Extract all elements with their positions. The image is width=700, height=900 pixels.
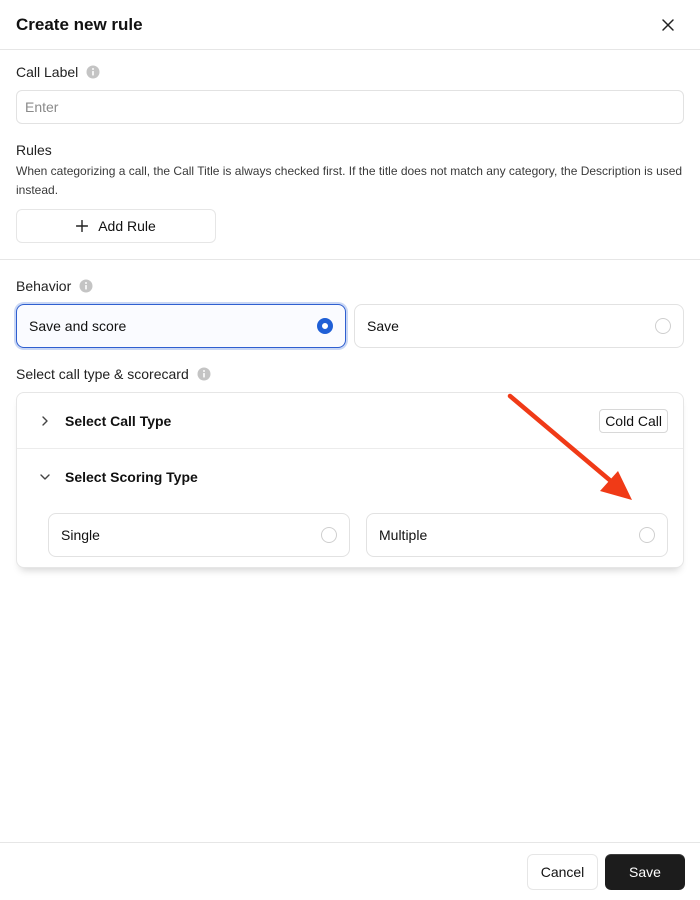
chevron-down-icon <box>40 474 50 480</box>
rules-heading: Rules <box>16 142 52 158</box>
option-label: Single <box>61 527 100 543</box>
radio-empty-icon[interactable] <box>639 527 655 543</box>
behavior-option-save-and-score[interactable]: Save and score <box>16 304 346 348</box>
radio-selected-icon[interactable] <box>317 318 333 334</box>
close-button[interactable] <box>658 15 678 35</box>
add-rule-label: Add Rule <box>98 218 156 234</box>
save-button[interactable]: Save <box>605 854 685 890</box>
option-label: Multiple <box>379 527 428 543</box>
cancel-button[interactable]: Cancel <box>527 854 598 890</box>
call-type-scorecard-heading: Select call type & scorecard <box>16 366 211 382</box>
call-type-scorecard-label: Select call type & scorecard <box>16 366 189 382</box>
option-label: Save and score <box>29 318 127 334</box>
scoring-option-multiple[interactable]: Multiple <box>366 513 668 557</box>
option-label: Save <box>367 318 399 334</box>
call-type-value-badge: Cold Call <box>599 408 668 433</box>
close-icon <box>662 19 674 31</box>
behavior-option-save[interactable]: Save <box>354 304 684 348</box>
info-icon[interactable] <box>197 367 211 381</box>
select-scoring-type-title: Select Scoring Type <box>65 469 198 485</box>
radio-empty-icon[interactable] <box>655 318 671 334</box>
call-label-input[interactable] <box>16 90 684 124</box>
rules-label: Rules <box>16 142 52 158</box>
scoring-option-single[interactable]: Single <box>48 513 350 557</box>
section-divider <box>0 259 700 260</box>
behavior-label: Behavior <box>16 278 72 294</box>
info-icon[interactable] <box>86 65 100 79</box>
select-scoring-type-row[interactable]: Select Scoring Type <box>17 449 683 505</box>
rules-description: When categorizing a call, the Call Title… <box>16 164 683 197</box>
plus-icon <box>76 220 89 232</box>
radio-empty-icon[interactable] <box>321 527 337 543</box>
dialog-header: Create new rule <box>0 0 700 50</box>
dialog-footer: Cancel Save <box>0 842 700 900</box>
call-type-card: Select Call Type Cold Call Select Scorin… <box>16 392 684 568</box>
chevron-right-icon <box>42 415 48 426</box>
select-call-type-title: Select Call Type <box>65 412 172 429</box>
call-label-heading: Call Label <box>16 64 100 80</box>
select-call-type-row[interactable]: Select Call Type Cold Call <box>17 393 683 449</box>
call-label-text: Call Label <box>16 64 79 80</box>
behavior-heading: Behavior <box>16 278 93 294</box>
dialog-title: Create new rule <box>16 15 143 34</box>
info-icon[interactable] <box>79 279 93 293</box>
add-rule-button[interactable]: Add Rule <box>16 209 216 243</box>
